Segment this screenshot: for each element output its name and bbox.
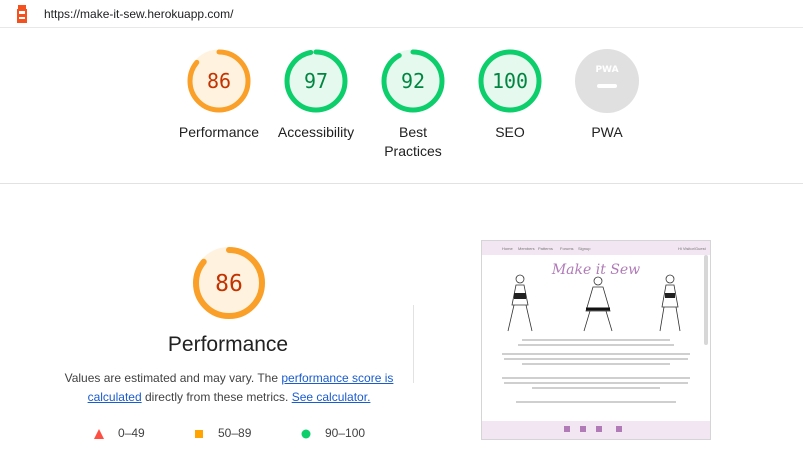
thumb-footer <box>482 421 710 439</box>
thumb-nav-right: Hi Visitor/Guest <box>678 246 706 251</box>
desc-text: Values are estimated and may vary. The <box>64 371 282 385</box>
thumb-nav-item: Signup <box>578 246 591 251</box>
pwa-badge-text: PWA <box>595 65 618 75</box>
circle-icon <box>301 429 311 439</box>
twitter-icon <box>596 426 602 432</box>
performance-gauge: 86 <box>193 247 265 319</box>
gauge-performance[interactable]: 86 Performance <box>169 48 269 142</box>
thumb-text-line <box>502 377 690 379</box>
gauge-score: 100 <box>492 69 528 93</box>
score-gauges: 86 Performance 97 Accessibility 92 Best … <box>0 48 803 168</box>
gauge-label-line2: Practices <box>384 143 442 159</box>
performance-title: Performance <box>167 333 289 356</box>
gauge-ring: 97 <box>284 49 348 113</box>
legend-range: 90–100 <box>325 426 366 440</box>
gauge-score: 86 <box>207 69 231 93</box>
square-icon <box>195 430 203 438</box>
legend-range: 0–49 <box>118 426 145 440</box>
youtube-icon <box>616 426 622 432</box>
instagram-icon <box>580 426 586 432</box>
thumb-text-line <box>522 339 670 341</box>
gauge-pwa[interactable]: PWA PWA <box>557 48 657 142</box>
gauge-ring: 86 <box>187 49 251 113</box>
gauge-label: PWA <box>591 124 623 140</box>
gauge-label: Performance <box>178 124 260 140</box>
thumb-navbar: Home Members Patterns Forums Signup Hi V… <box>482 241 710 255</box>
see-calculator-link[interactable]: See calculator. <box>292 390 371 404</box>
facebook-icon <box>564 426 570 432</box>
thumb-nav-item: Home <box>502 246 513 251</box>
thumb-text-line <box>516 401 676 403</box>
thumb-nav-item: Members <box>518 246 535 251</box>
gauge-ring: 100 <box>478 49 542 113</box>
pwa-badge-icon: PWA <box>575 49 639 113</box>
gauge-label-line1: Best <box>398 124 427 140</box>
final-screenshot[interactable]: Home Members Patterns Forums Signup Hi V… <box>481 240 711 440</box>
desc-text: directly from these metrics. <box>141 390 292 404</box>
vertical-divider <box>413 305 414 383</box>
page-url[interactable]: https://make-it-sew.herokuapp.com/ <box>44 7 233 21</box>
gauge-accessibility[interactable]: 97 Accessibility <box>266 48 366 142</box>
gauge-score: 92 <box>401 69 425 93</box>
fashion-sketch-illustration <box>507 274 681 332</box>
gauge-score: 97 <box>304 69 328 93</box>
gauge-seo[interactable]: 100 SEO <box>460 48 560 142</box>
gauge-best-practices[interactable]: 92 Best Practices <box>363 48 463 161</box>
thumb-text-line <box>504 382 688 384</box>
thumb-text-line <box>518 344 674 346</box>
report-header: https://make-it-sew.herokuapp.com/ <box>0 0 803 28</box>
gauge-ring: 92 <box>381 49 445 113</box>
thumb-text-line <box>502 353 690 355</box>
lighthouse-logo-icon <box>17 5 27 23</box>
thumb-nav-item: Forums <box>560 246 574 251</box>
thumb-text-line <box>522 363 670 365</box>
performance-description: Values are estimated and may vary. The p… <box>60 369 398 407</box>
thumb-scrollbar <box>704 255 708 345</box>
legend-range: 50–89 <box>218 426 252 440</box>
gauge-label: Best Practices <box>363 123 463 161</box>
section-divider <box>0 183 803 184</box>
thumb-nav-item: Patterns <box>538 246 553 251</box>
triangle-icon <box>94 429 104 439</box>
gauge-label: Accessibility <box>277 124 355 140</box>
thumb-text-line <box>504 358 688 360</box>
performance-score: 86 <box>215 271 243 297</box>
thumb-text-line <box>532 387 660 389</box>
gauge-label: SEO <box>495 124 525 140</box>
